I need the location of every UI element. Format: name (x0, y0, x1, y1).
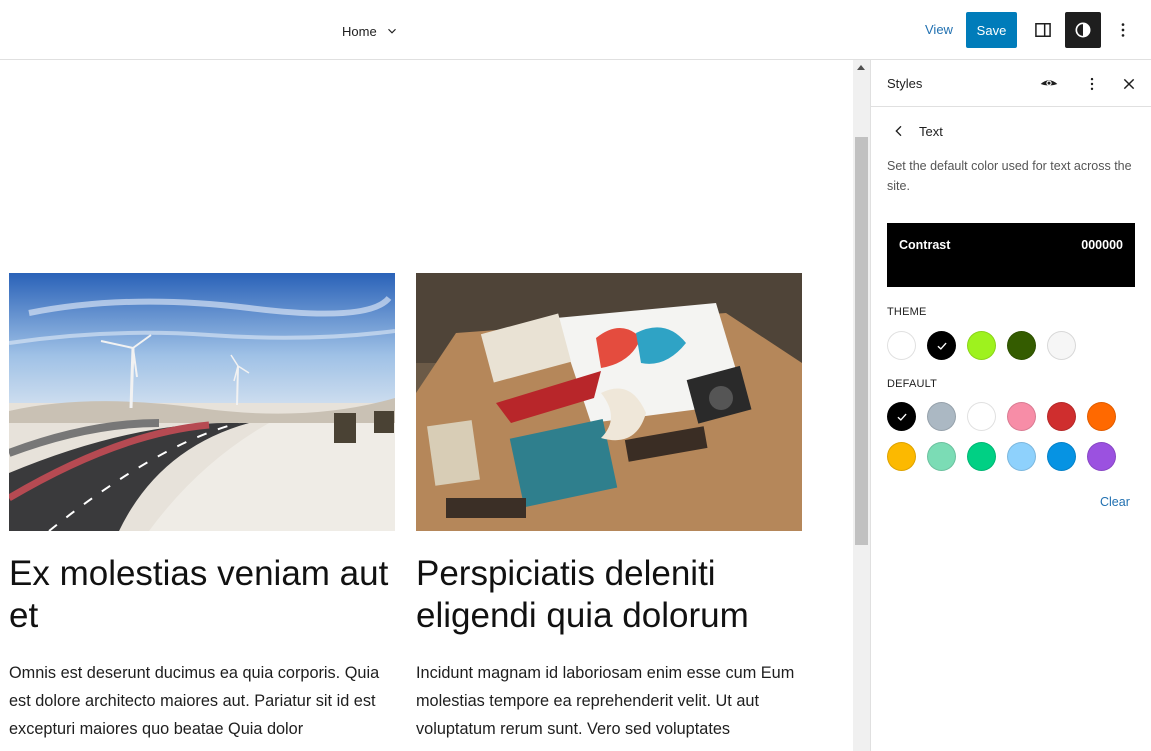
color-swatch[interactable] (1047, 402, 1076, 431)
color-swatch[interactable] (1007, 402, 1036, 431)
styles-sidebar: Styles Text Set the default color used f… (871, 60, 1151, 751)
scroll-thumb[interactable] (855, 137, 868, 545)
document-title-dropdown[interactable]: Home (342, 20, 399, 42)
color-swatch[interactable] (927, 402, 956, 431)
sidebar-header: Styles (871, 60, 1151, 107)
more-vertical-icon (1121, 23, 1125, 37)
color-swatch[interactable] (1087, 442, 1116, 471)
color-swatch[interactable] (967, 402, 996, 431)
post-featured-image-wind-turbines[interactable] (9, 273, 395, 531)
post-title[interactable]: Perspiciatis deleniti eligendi quia dolo… (416, 553, 802, 637)
check-icon (896, 413, 907, 421)
more-vertical-icon (1090, 77, 1094, 91)
default-palette-label: DEFAULT (887, 378, 938, 390)
document-title: Home (342, 23, 377, 39)
color-swatch[interactable] (1007, 442, 1036, 471)
color-swatch[interactable] (967, 331, 996, 360)
sidebar-icon (1035, 23, 1051, 37)
post-title[interactable]: Ex molestias veniam aut et (9, 553, 395, 637)
editor-canvas[interactable]: Ex molestias veniam aut et Omnis est des… (0, 60, 853, 751)
chevron-left-icon (895, 125, 902, 137)
selected-color-hex: 000000 (1081, 238, 1123, 252)
color-swatch[interactable] (967, 442, 996, 471)
options-menu-button[interactable] (1105, 12, 1141, 48)
panel-subtitle: Text (919, 124, 943, 139)
post-featured-image-desk-flatlay[interactable] (416, 273, 802, 531)
color-swatch[interactable] (927, 442, 956, 471)
eye-icon (1040, 80, 1058, 86)
sidebar-title: Styles (887, 76, 923, 91)
post-card[interactable]: Ex molestias veniam aut et Omnis est des… (9, 273, 395, 743)
canvas-scrollbar[interactable] (853, 60, 870, 751)
color-swatch[interactable] (887, 331, 916, 360)
color-swatch[interactable] (887, 442, 916, 471)
close-sidebar-button[interactable] (1117, 72, 1141, 96)
post-excerpt: Incidunt magnam id laboriosam enim esse … (416, 664, 795, 738)
half-circle-icon (1075, 22, 1091, 38)
color-swatch[interactable] (927, 331, 956, 360)
clear-color-button[interactable]: Clear (1100, 495, 1130, 509)
panel-description: Set the default color used for text acro… (887, 159, 1132, 193)
chevron-down-icon (387, 28, 396, 34)
color-swatch[interactable] (887, 402, 916, 431)
color-swatch[interactable] (1047, 442, 1076, 471)
check-icon (936, 342, 947, 350)
post-card[interactable]: Perspiciatis deleniti eligendi quia dolo… (416, 273, 802, 743)
close-icon (1123, 78, 1135, 90)
save-button[interactable]: Save (966, 12, 1017, 48)
back-button[interactable] (891, 123, 907, 139)
styles-toggle-button[interactable] (1065, 12, 1101, 48)
top-toolbar: Home View Save (0, 0, 1151, 60)
selected-color-name: Contrast (899, 238, 951, 252)
sidebar-options-button[interactable] (1080, 72, 1104, 96)
view-link[interactable]: View (925, 22, 953, 37)
post-excerpt: Omnis est deserunt ducimus ea quia corpo… (9, 664, 380, 738)
settings-sidebar-toggle[interactable] (1025, 12, 1061, 48)
color-swatch[interactable] (1087, 402, 1116, 431)
theme-palette-label: THEME (887, 306, 927, 318)
color-swatch[interactable] (1007, 331, 1036, 360)
selected-color-preview[interactable]: Contrast 000000 (887, 223, 1135, 287)
scroll-up-arrow[interactable] (857, 65, 865, 70)
color-swatch[interactable] (1047, 331, 1076, 360)
style-book-button[interactable] (1037, 72, 1061, 96)
